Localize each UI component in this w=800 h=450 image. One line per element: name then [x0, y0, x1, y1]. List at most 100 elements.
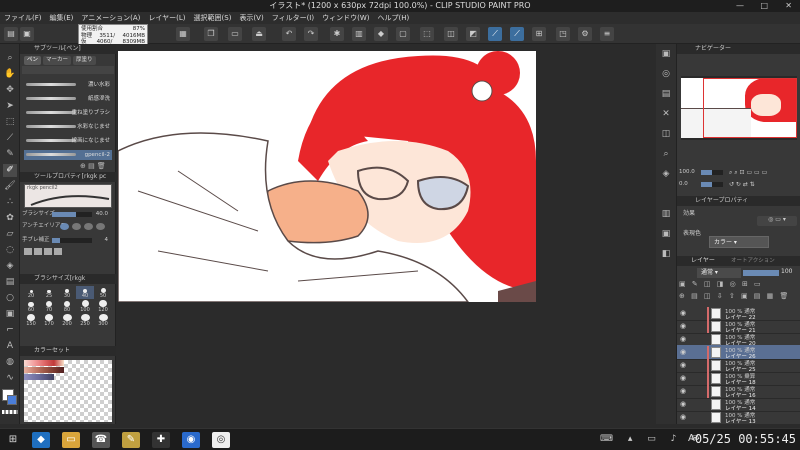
selection-tool-icon[interactable]: ⬚	[3, 116, 17, 129]
app-icon[interactable]: ✚	[152, 432, 170, 448]
brush-size-option[interactable]: 30	[58, 286, 76, 299]
antialias-option[interactable]	[72, 223, 81, 230]
tab-auto-action[interactable]: オートアクション	[731, 256, 775, 266]
rotate-buttons[interactable]: ↺ ↻ ⇄ ⇅	[729, 180, 755, 189]
menu-selection[interactable]: 選択範囲(S)	[190, 12, 236, 24]
zoom-bar[interactable]	[701, 170, 723, 175]
menu-help[interactable]: ヘルプ(H)	[373, 12, 413, 24]
pencil-tool-icon[interactable]: ✐	[3, 164, 17, 177]
app-icon[interactable]: ☎	[92, 432, 110, 448]
material-icon[interactable]: ◈	[659, 168, 673, 181]
menu-view[interactable]: 表示(V)	[235, 12, 267, 24]
brush-size-bar[interactable]	[52, 212, 92, 217]
operation-tool-icon[interactable]: ➤	[3, 100, 17, 113]
text-tool-icon[interactable]: A	[3, 340, 17, 353]
brush-tool-icon[interactable]: 🖌	[3, 180, 17, 193]
color-swatch-row[interactable]	[24, 374, 54, 380]
invert-icon[interactable]: ◩	[466, 27, 480, 41]
brush-item[interactable]: 紙感滲洗	[24, 94, 112, 104]
preset-button[interactable]	[34, 248, 42, 255]
search-layer-icon[interactable]: ⌕	[659, 148, 673, 161]
gradient-tool-icon[interactable]: ▤	[3, 276, 17, 289]
antialias-option[interactable]	[96, 223, 105, 230]
tab-pen[interactable]: ペン	[24, 56, 42, 65]
app-icon[interactable]: ◉	[182, 432, 200, 448]
open-icon[interactable]: ▣	[20, 27, 34, 41]
color-swatch-row[interactable]	[24, 367, 64, 373]
brush-size-option[interactable]: 150	[22, 314, 40, 327]
visibility-eye-icon[interactable]: ◉	[680, 361, 686, 369]
brush-size-option[interactable]: 170	[40, 314, 58, 327]
maximize-icon[interactable]: □	[760, 0, 768, 12]
clear-icon[interactable]: ✱	[330, 27, 344, 41]
visibility-eye-icon[interactable]: ◉	[680, 335, 686, 343]
snap-special-ruler-icon[interactable]: ⟋	[510, 27, 524, 41]
brush-size-option[interactable]: 50	[94, 286, 112, 299]
explorer-icon[interactable]: ▭	[62, 432, 80, 448]
eraser-tool-icon[interactable]: ▱	[3, 228, 17, 241]
tab-layer[interactable]: レイヤー	[691, 256, 715, 266]
decoration-tool-icon[interactable]: ✿	[3, 212, 17, 225]
brush-item-selected[interactable]: gpencil-2	[24, 150, 112, 160]
pen-tool-icon[interactable]: ✎	[3, 148, 17, 161]
settings-icon[interactable]: ⚙	[578, 27, 592, 41]
close-icon[interactable]: ✕	[785, 0, 792, 12]
menu-animation[interactable]: アニメーション(A)	[77, 12, 144, 24]
balloon-tool-icon[interactable]: ◍	[3, 356, 17, 369]
opacity-bar[interactable]	[743, 270, 779, 276]
ime-indicator[interactable]: A	[688, 433, 695, 444]
color-set-grid[interactable]	[24, 360, 112, 422]
brush-item[interactable]: 重ね塗りブラシ	[24, 108, 112, 118]
snap-ruler-icon[interactable]: ⟋	[488, 27, 502, 41]
navigator-icon[interactable]: ◎	[659, 68, 673, 81]
zoom-buttons[interactable]: ⌕ ⌕ ⊡ ▭ ▭ ▭	[729, 168, 767, 177]
brush-size-option[interactable]: 70	[40, 300, 58, 313]
menu-filter[interactable]: フィルター(I)	[268, 12, 318, 24]
blend-tool-icon[interactable]: ◌	[3, 244, 17, 257]
layer-property-icon[interactable]: ▥	[659, 208, 673, 221]
clip-studio-icon[interactable]: ◳	[556, 27, 570, 41]
hand-tool-icon[interactable]: ✋	[3, 68, 17, 81]
stabilization-slider[interactable]: 手ブレ補正 4	[22, 236, 114, 245]
transparent-color-swatch[interactable]	[2, 410, 18, 414]
brush-size-option[interactable]: 300	[94, 314, 112, 327]
save-icon[interactable]: ⏏	[252, 27, 266, 41]
stabilization-bar[interactable]	[52, 238, 92, 243]
layer-search-icon[interactable]: ◧	[659, 248, 673, 261]
clear-outside-icon[interactable]: ▥	[352, 27, 366, 41]
undo-icon[interactable]: ↶	[282, 27, 296, 41]
effect-buttons[interactable]: ◎ ▭ ▾	[757, 216, 797, 226]
antialias-option[interactable]	[84, 223, 93, 230]
redo-icon[interactable]: ↷	[304, 27, 318, 41]
zoom-tool-icon[interactable]: ⌕	[3, 52, 17, 65]
antialias-row[interactable]: アンチエイリアス	[22, 222, 114, 231]
brush-size-option[interactable]: 200	[58, 314, 76, 327]
layer-icon[interactable]: ▣	[659, 228, 673, 241]
frame-tool-icon[interactable]: ▣	[3, 308, 17, 321]
canvas-size-icon[interactable]: ▦	[176, 27, 190, 41]
app-icon[interactable]: ✎	[122, 432, 140, 448]
visibility-eye-icon[interactable]: ◉	[680, 322, 686, 330]
brush-size-option[interactable]: 120	[94, 300, 112, 313]
new-icon[interactable]: ▤	[4, 27, 18, 41]
menu-window[interactable]: ウィンドウ(W)	[318, 12, 373, 24]
clip-studio-taskbar-icon[interactable]: ◎	[212, 432, 230, 448]
fill-icon[interactable]: ◆	[374, 27, 388, 41]
figure-tool-icon[interactable]: ○	[3, 292, 17, 305]
brush-size-option[interactable]: 100	[76, 300, 94, 313]
ruler-tool-icon[interactable]: ⌐	[3, 324, 17, 337]
brush-size-option[interactable]: 60	[22, 300, 40, 313]
brush-size-option[interactable]: 80	[58, 300, 76, 313]
airbrush-tool-icon[interactable]: ∴	[3, 196, 17, 209]
visibility-eye-icon[interactable]: ◉	[680, 309, 686, 317]
clipboard-icon[interactable]: ❐	[204, 27, 218, 41]
brush-item[interactable]: 濃い水彩	[24, 80, 112, 90]
preset-button[interactable]	[44, 248, 52, 255]
layer-row[interactable]: ◉ 100 % 通常 レイヤー 13	[677, 410, 800, 424]
preset-button[interactable]	[54, 248, 62, 255]
brush-size-option[interactable]: 40	[76, 286, 94, 299]
snap-grid-icon[interactable]: ⊞	[532, 27, 546, 41]
expression-color-select[interactable]: カラー ▾	[709, 236, 769, 248]
menu-edit[interactable]: 編集(E)	[46, 12, 78, 24]
sub-color-swatch[interactable]	[7, 395, 17, 405]
